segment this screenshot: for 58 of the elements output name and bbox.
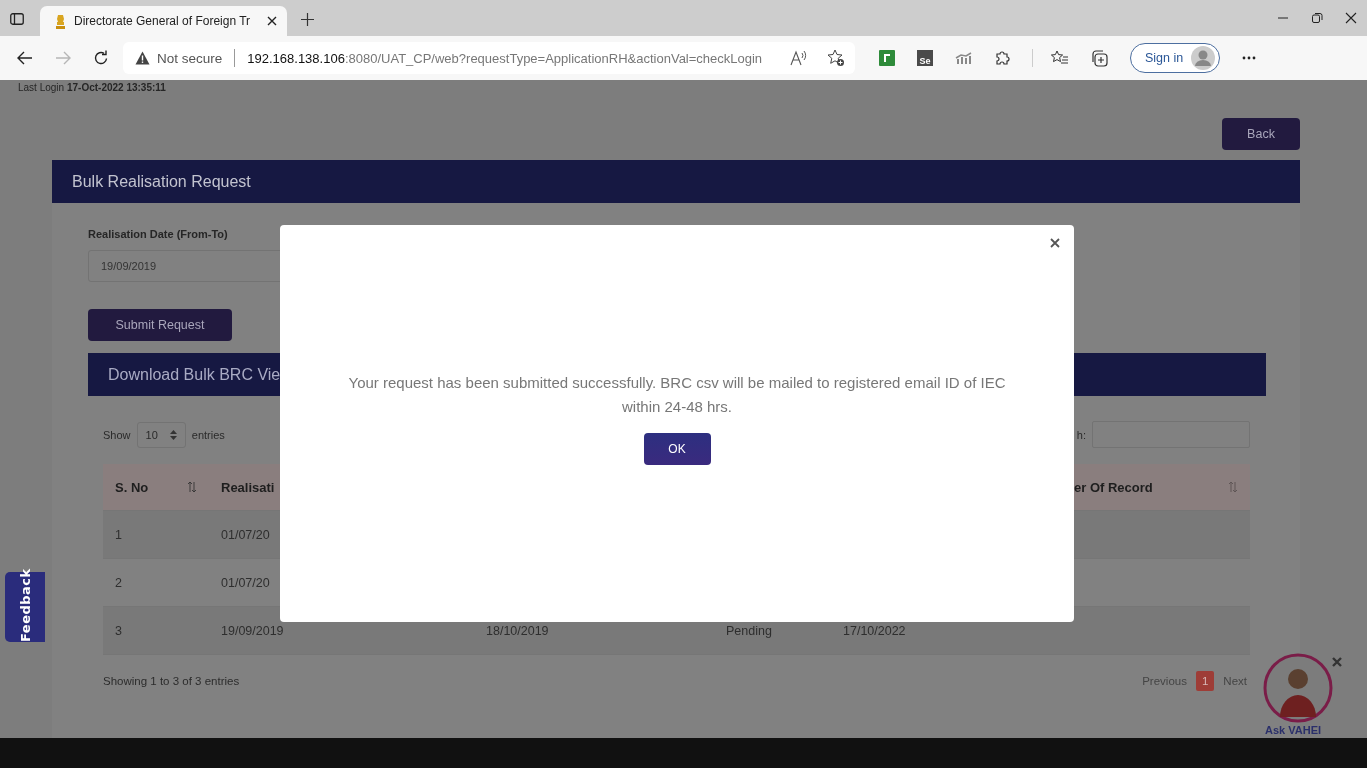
warning-icon xyxy=(135,51,150,65)
dialog-message: Your request has been submitted successfully. BRC csv will be mailed to registered email ID of IEC within 24-48 hrs. xyxy=(347,373,1007,417)
browser-tab[interactable]: Directorate General of Foreign Tr xyxy=(40,6,287,36)
column-header[interactable]: S. No xyxy=(115,479,149,495)
extension-icon[interactable]: Se xyxy=(917,50,933,66)
sort-icon[interactable] xyxy=(187,481,197,493)
table-cell: 1 xyxy=(115,527,122,542)
reload-icon[interactable] xyxy=(93,50,109,66)
assistant-avatar-icon[interactable] xyxy=(1263,653,1333,723)
table-cell: Pending xyxy=(726,623,772,638)
more-icon[interactable] xyxy=(1242,56,1257,60)
submit-request-button[interactable]: Submit Request xyxy=(88,309,232,341)
assistant-label[interactable]: Ask VAHEI xyxy=(1265,724,1322,736)
last-login-text: Last Login 17-Oct-2022 13:35:11 xyxy=(18,82,166,93)
favorite-add-icon[interactable] xyxy=(827,49,845,67)
table-cell: 18/10/2019 xyxy=(486,623,549,638)
entries-label: entries xyxy=(191,428,225,441)
field-label: Realisation Date (From-To) xyxy=(88,228,228,242)
tab-title: Directorate General of Foreign Tr xyxy=(74,14,252,28)
spinner-icon xyxy=(169,429,177,440)
search-label: h: xyxy=(1076,428,1086,441)
table-cell: 19/09/2019 xyxy=(221,623,284,638)
collections-icon[interactable] xyxy=(1091,49,1108,67)
avatar-icon xyxy=(1191,46,1216,70)
pagination-button[interactable]: 1 xyxy=(1195,671,1215,691)
read-aloud-icon[interactable] xyxy=(790,50,808,66)
table-cell: 3 xyxy=(115,623,122,638)
close-icon[interactable] xyxy=(267,16,277,26)
security-warning: Not secure xyxy=(157,50,223,66)
table-cell: 2 xyxy=(115,575,122,590)
table-cell: 01/07/20 xyxy=(221,527,270,542)
address-bar[interactable]: Not secure 192.168.138.106:8080/UAT_CP/web?requestType=ApplicationRH&actionVal=checkLogin xyxy=(123,42,855,74)
url-text: 192.168.138.106:8080/UAT_CP/web?requestType=ApplicationRH&actionVal=checkLogin xyxy=(247,50,763,66)
page-size-select[interactable]: 10 xyxy=(136,421,186,448)
pagination-button[interactable]: Next xyxy=(1220,671,1250,691)
table-cell: 01/07/20 xyxy=(221,575,270,590)
extension-icon[interactable] xyxy=(879,50,895,66)
column-header[interactable]: Realisati xyxy=(221,479,275,495)
back-arrow-icon[interactable] xyxy=(17,51,33,65)
tab-list-icon[interactable] xyxy=(10,13,24,25)
emblem-icon xyxy=(55,13,66,29)
new-tab-icon[interactable] xyxy=(301,13,314,26)
favorites-list-icon[interactable] xyxy=(1051,50,1069,66)
back-button[interactable]: Back xyxy=(1222,118,1300,150)
ok-button[interactable]: OK xyxy=(643,433,711,465)
close-icon[interactable] xyxy=(1345,12,1357,24)
bar-chart-icon[interactable] xyxy=(955,52,972,64)
entries-info: Showing 1 to 3 of 3 entries xyxy=(103,675,240,687)
table-cell: 17/10/2022 xyxy=(843,623,906,638)
show-label: Show xyxy=(103,428,131,441)
sign-in-button[interactable]: Sign in xyxy=(1130,43,1221,73)
column-header[interactable]: er Of Record xyxy=(1074,479,1153,495)
panel-title: Bulk Realisation Request xyxy=(72,172,251,191)
close-icon[interactable] xyxy=(1050,238,1060,248)
puzzle-icon[interactable] xyxy=(994,50,1010,66)
restore-icon[interactable] xyxy=(1311,12,1323,24)
section-title: Download Bulk BRC Vie xyxy=(108,365,281,384)
pagination-button[interactable]: Previous xyxy=(1139,671,1190,691)
